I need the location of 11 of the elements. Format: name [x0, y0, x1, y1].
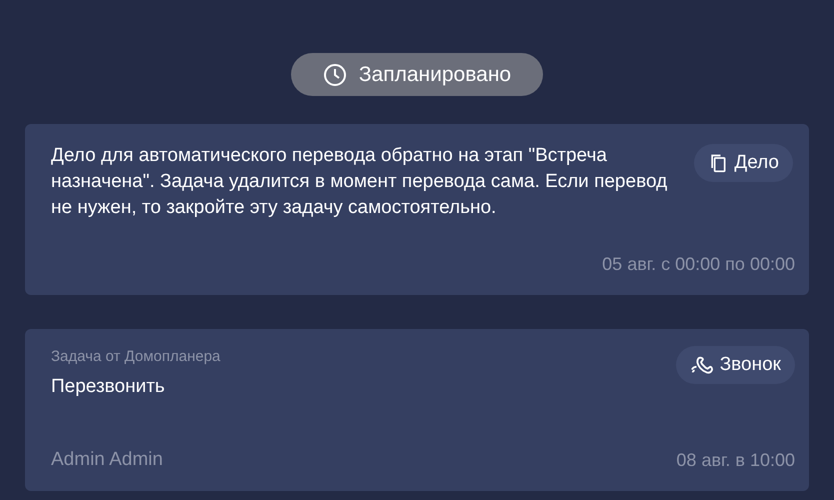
phone-icon: [690, 354, 714, 376]
task-time: 08 авг. в 10:00: [676, 449, 795, 472]
task-title: Перезвонить: [51, 375, 166, 399]
task-source: Задача от Домопланера: [51, 347, 220, 367]
author-name: Admin Admin: [51, 448, 163, 472]
clock-icon: [322, 62, 347, 86]
task-description: Дело для автоматического перевода обратно на этап "Встреча назначена". Задача удалится в момент перевода сама. Если перевод не нужен, то закройте эту задачу самостоятельно.: [51, 144, 668, 220]
type-tag: Звонок: [676, 346, 795, 384]
status-badge: Запланировано: [290, 53, 544, 96]
task-time: 05 авг. с 00:00 по 00:00: [602, 253, 795, 276]
type-tag: Дело: [694, 144, 793, 182]
